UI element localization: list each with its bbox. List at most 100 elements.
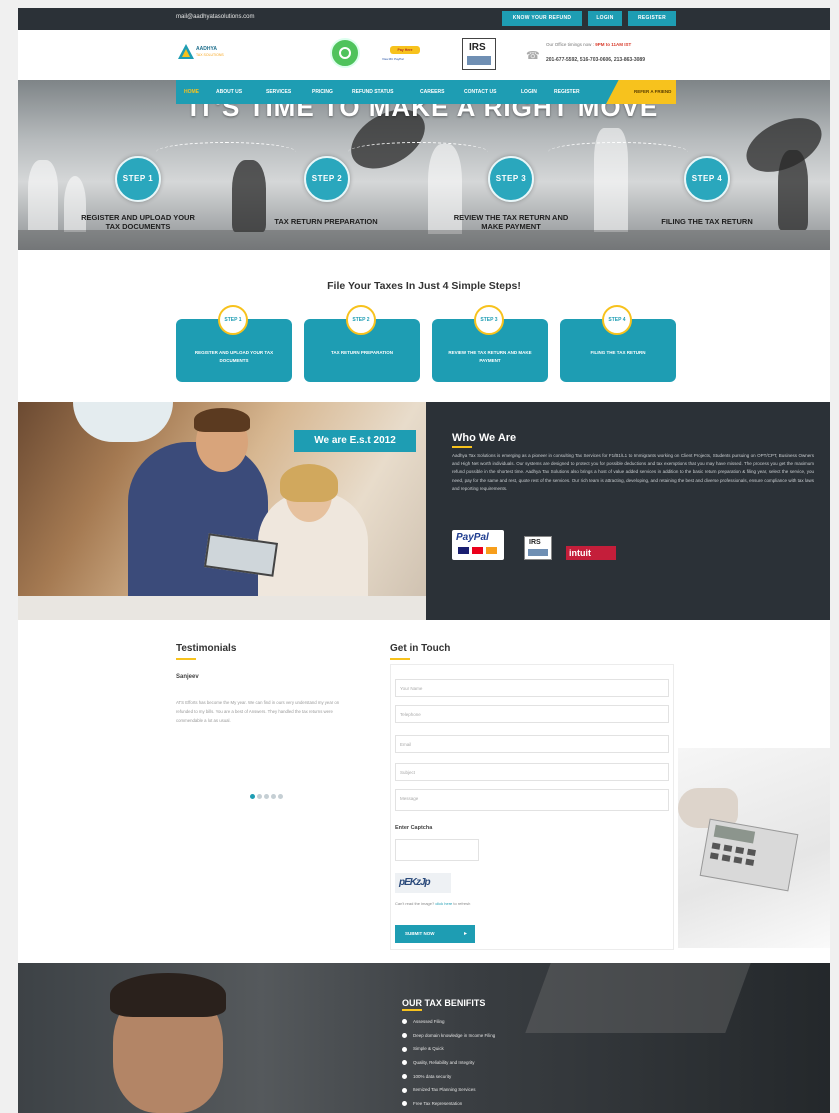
step-card-1[interactable]: STEP 1 REGISTER AND UPLOAD YOUR TAX DOCU… [176,305,292,382]
nav-login[interactable]: LOGIN [521,89,537,95]
email-field[interactable]: Email [395,735,669,753]
irs-small-logo: IRS [524,536,552,560]
man-hair-shape [110,973,226,1017]
who-we-are-text: Aadhya Tax Solutions is emerging as a pi… [452,453,814,491]
contact-title: Get in Touch [390,643,451,654]
step-arrow-3 [548,142,688,162]
chess-piece-left [28,160,58,230]
pager-dot[interactable] [264,794,269,799]
know-your-refund-button[interactable]: KNOW YOUR REFUND [502,11,582,26]
woman-hair [280,464,338,502]
pay-here-badge[interactable]: Pay Here Visa MC PayPal [380,46,436,66]
hero-step-3-badge: STEP 3 [488,156,534,202]
phone-icon: ☎ [526,50,540,62]
bullet-icon [402,1074,407,1080]
step-card-3[interactable]: STEP 3 REVIEW THE TAX RETURN AND MAKE PA… [432,305,548,382]
submit-button[interactable]: SUBMIT NOW ▸ [395,925,475,943]
step-card-2[interactable]: STEP 2 TAX RETURN PREPARATION [304,305,420,382]
calculator-image [678,748,830,948]
pager-dot[interactable] [278,794,283,799]
pay-methods-label: Visa MC PayPal [382,57,404,61]
testimonial-author: Sanjeev [176,674,199,680]
telephone-field[interactable]: Telephone [395,705,669,723]
who-we-are-section: We are E.s.t 2012 Who We Are Aadhya Tax … [18,402,830,620]
site-logo[interactable]: AADHYA TAX SOLUTIONS [178,44,228,62]
calc-key [745,858,755,866]
benefit-label: Itemized Tax Planning Services [413,1087,476,1093]
captcha-label: Enter Captcha [395,825,433,831]
irs-logo-bar [467,56,491,65]
nav-pricing[interactable]: PRICING [312,89,333,95]
benefit-label: Free Tax Representation [413,1101,463,1107]
nav-refund-status[interactable]: REFUND STATUS [352,89,393,95]
laptop-shape [525,963,751,1033]
pager-dot[interactable] [250,794,255,799]
captcha-input[interactable] [395,839,479,861]
hero-step-2-label: STEP 2 [311,174,343,183]
title-underline [452,446,472,448]
office-timings: Our Office timings now : 9PM to 11AM IST [546,42,631,47]
step-card-4-badge: STEP 4 [602,305,632,335]
captcha-help-prefix: Can't read the image? [395,901,435,906]
top-email-link[interactable]: mail@aadhyatasolutions.com [176,14,254,20]
step-arrow-2 [348,142,488,162]
header: AADHYA TAX SOLUTIONS Pay Here Visa MC Pa… [18,30,830,80]
bullet-icon [402,1046,407,1052]
visa-icon [458,547,469,554]
calc-key [709,852,719,860]
contact-underline [390,658,410,660]
hero-step-2-caption: TAX RETURN PREPARATION [274,217,378,226]
hero-step-4-badge: STEP 4 [684,156,730,202]
step-card-2-label: TAX RETURN PREPARATION [330,350,393,355]
step-card-4[interactable]: STEP 4 FILING THE TAX RETURN [560,305,676,382]
subject-field[interactable]: Subject [395,763,669,781]
pager-dot[interactable] [271,794,276,799]
calc-key [735,846,745,854]
benefit-item: Simple & Quick [402,1042,495,1056]
benefit-item: Free Tax Representation [402,1097,495,1111]
chessboard [18,230,830,250]
hero-step-1-caption: REGISTER AND UPLOAD YOUR TAX DOCUMENTS [81,213,195,231]
hero-banner: IT'S TIME TO MAKE A RIGHT MOVE HOME ABOU… [18,80,830,250]
tax-benefits-section: OUR TAX BENIFITS Assessed Filing Deep do… [18,963,830,1113]
testimonial-quote: ATS Efforts has become the My year. We c… [176,700,340,723]
hero-step-3-label: STEP 3 [495,174,527,183]
submit-arrow-icon: ▸ [463,931,467,937]
mastercard-icon [472,547,483,554]
message-field[interactable]: Message [395,789,669,811]
captcha-refresh-link[interactable]: click here [435,901,452,906]
top-login-button[interactable]: LOGIN [588,11,622,26]
name-field[interactable]: Your Name [395,679,669,697]
nav-contact-us[interactable]: CONTACT US [464,89,496,95]
office-hours: 9PM to 11AM IST [595,42,632,47]
benefit-item: Itemized Tax Planning Services [402,1083,495,1097]
lamp-shape [73,402,173,442]
nav-about-us[interactable]: ABOUT US [216,89,242,95]
tax-benefits-title: OUR TAX BENIFITS [402,998,486,1008]
refer-friend-label[interactable]: REFER A FRIEND [634,89,671,94]
hero-step-1-badge: STEP 1 [115,156,161,202]
step-card-2-badge-label: STEP 2 [352,317,370,323]
nav-services[interactable]: SERVICES [266,89,291,95]
phone-numbers: 201-677-5592, 516-703-0606, 213-863-3089 [546,57,645,63]
calc-key [747,848,756,857]
bullet-icon [402,1060,407,1066]
hero-step-4-label: STEP 4 [691,174,723,183]
step-card-1-label: REGISTER AND UPLOAD YOUR TAX DOCUMENTS [194,350,274,363]
team-photo: We are E.s.t 2012 [18,402,426,620]
established-badge: We are E.s.t 2012 [294,430,416,452]
top-register-button[interactable]: REGISTER [628,11,676,26]
calc-key [723,844,733,852]
nav-register[interactable]: REGISTER [554,89,580,95]
step-card-1-badge: STEP 1 [218,305,248,335]
whatsapp-icon[interactable] [330,38,360,68]
step-card-3-label: REVIEW THE TAX RETURN AND MAKE PAYMENT [448,350,532,363]
paypal-logo: PayPal [452,530,504,560]
nav-careers[interactable]: CAREERS [420,89,444,95]
benefit-label: Assessed Filing [413,1019,445,1024]
nav-home[interactable]: HOME [184,89,199,95]
logo-subtext: TAX SOLUTIONS [196,53,224,57]
step-arrow-1 [156,142,296,162]
irs-small-logo-bar [528,549,548,556]
pager-dot[interactable] [257,794,262,799]
